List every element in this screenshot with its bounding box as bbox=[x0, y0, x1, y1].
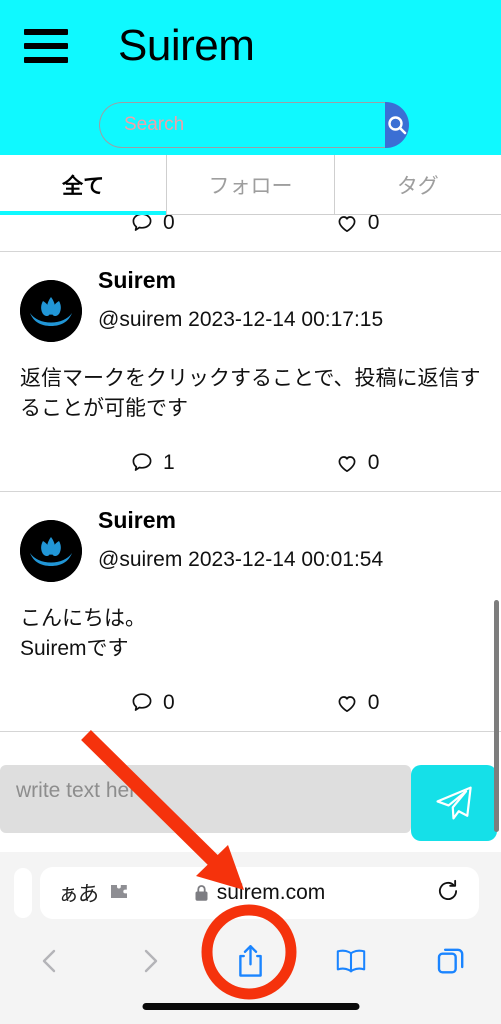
reply-count: 0 bbox=[163, 690, 175, 714]
heart-icon bbox=[338, 456, 356, 472]
display-name: Suirem bbox=[98, 506, 176, 533]
speech-bubble-icon bbox=[132, 693, 152, 711]
post-header: Suirem @suirem 2023-12-14 00:01:54 bbox=[20, 506, 481, 582]
url-text: suirem.com bbox=[216, 881, 326, 904]
hamburger-menu-icon[interactable] bbox=[24, 29, 68, 63]
post-actions: 0 0 bbox=[20, 215, 481, 235]
table-row[interactable]: Suirem @suirem 2023-12-14 00:17:15 返信マーク… bbox=[0, 252, 501, 492]
compose-text-input[interactable] bbox=[0, 765, 411, 833]
search-icon bbox=[388, 116, 407, 135]
safari-toolbar bbox=[0, 930, 501, 992]
post-actions: 1 0 bbox=[20, 451, 481, 475]
post-identity: Suirem @suirem 2023-12-14 00:17:15 bbox=[98, 266, 481, 332]
heart-icon bbox=[338, 695, 356, 712]
tab-tag-label: タグ bbox=[396, 174, 439, 198]
post-actions: 0 0 bbox=[20, 691, 481, 715]
tabs-button[interactable] bbox=[401, 945, 501, 977]
text-size-button[interactable]: ぁあ bbox=[58, 878, 99, 908]
tab-follow[interactable]: フォロー bbox=[167, 155, 335, 215]
post-body: こんにちは。 Suiremです bbox=[20, 606, 146, 661]
composer-bar bbox=[0, 765, 501, 845]
paper-plane-send-icon bbox=[436, 786, 472, 820]
tab-follow-label: フォロー bbox=[208, 174, 293, 198]
table-row[interactable]: Suirem @suirem 2023-12-14 00:01:54 こんにちは… bbox=[0, 492, 501, 732]
share-up-arrow-icon bbox=[239, 944, 262, 977]
like-count: 0 bbox=[367, 690, 380, 714]
search-bar bbox=[99, 102, 409, 148]
chevron-left-icon bbox=[42, 949, 56, 973]
reply-count: 0 bbox=[163, 215, 175, 234]
timestamp: 2023-12-14 00:01:54 bbox=[188, 547, 384, 571]
reply-button[interactable]: 1 bbox=[130, 451, 175, 475]
chevron-right-icon bbox=[145, 949, 158, 973]
reply-button[interactable]: 0 bbox=[130, 691, 175, 715]
post-identity: Suirem @suirem 2023-12-14 00:01:54 bbox=[98, 506, 481, 572]
speech-bubble-icon bbox=[132, 453, 152, 471]
timestamp: 2023-12-14 00:17:15 bbox=[188, 307, 384, 331]
lotus-flower-avatar bbox=[20, 280, 82, 342]
safari-browser-chrome: ぁあ suirem.com bbox=[0, 852, 501, 1024]
like-button[interactable]: 0 bbox=[335, 690, 380, 715]
handle-and-timestamp: @suirem 2023-12-14 00:01:54 bbox=[98, 547, 481, 572]
share-button[interactable] bbox=[200, 944, 300, 979]
post-header: Suirem @suirem 2023-12-14 00:17:15 bbox=[20, 266, 481, 342]
like-count: 0 bbox=[367, 215, 380, 234]
search-submit-button[interactable] bbox=[385, 102, 409, 148]
lotus-flower-avatar bbox=[20, 519, 82, 582]
mobile-screenshot: Suirem 全て フォロー タグ bbox=[0, 0, 501, 1024]
forward-button[interactable] bbox=[100, 945, 200, 977]
tab-all-label: 全て bbox=[62, 175, 105, 198]
like-button[interactable]: 0 bbox=[335, 215, 380, 235]
lock-icon bbox=[195, 885, 208, 901]
bookmarks-button[interactable] bbox=[301, 946, 401, 976]
post-body: 返信マークをクリックすることで、投稿に返信することが可能です bbox=[20, 367, 481, 421]
post-feed[interactable]: 0 0 Suirem @suirem 2023-12-14 00:17:15 返… bbox=[0, 215, 501, 760]
reply-count: 1 bbox=[163, 450, 175, 474]
address-bar[interactable]: ぁあ suirem.com bbox=[40, 867, 479, 919]
tab-tag[interactable]: タグ bbox=[334, 155, 501, 215]
adjacent-tab-edge[interactable] bbox=[14, 868, 32, 918]
send-button[interactable] bbox=[411, 765, 497, 841]
back-button[interactable] bbox=[0, 945, 100, 977]
page-title: Suirem bbox=[118, 21, 255, 70]
reload-button[interactable] bbox=[435, 878, 461, 909]
search-input[interactable] bbox=[99, 102, 385, 148]
speech-bubble-icon bbox=[132, 215, 152, 231]
reply-button[interactable]: 0 bbox=[130, 215, 175, 235]
open-book-icon bbox=[336, 949, 365, 973]
page-scrollbar[interactable] bbox=[494, 600, 499, 832]
url-bar-row: ぁあ suirem.com bbox=[0, 864, 501, 922]
like-button[interactable]: 0 bbox=[335, 450, 380, 475]
home-indicator bbox=[142, 1003, 359, 1010]
feed-tab-bar: 全て フォロー タグ bbox=[0, 155, 501, 215]
tab-all[interactable]: 全て bbox=[0, 155, 168, 215]
puzzle-piece-icon[interactable] bbox=[108, 881, 130, 906]
avatar[interactable] bbox=[20, 280, 82, 342]
reload-icon bbox=[438, 879, 458, 900]
handle: @suirem bbox=[98, 307, 183, 331]
app-header: Suirem bbox=[0, 0, 501, 155]
like-count: 0 bbox=[367, 450, 380, 474]
heart-icon bbox=[338, 216, 356, 233]
copy-tabs-icon bbox=[437, 948, 464, 974]
handle: @suirem bbox=[98, 547, 183, 571]
header-top-row: Suirem bbox=[0, 0, 501, 92]
handle-and-timestamp: @suirem 2023-12-14 00:17:15 bbox=[98, 307, 481, 332]
table-row[interactable]: 0 0 bbox=[0, 215, 501, 252]
puzzle-piece-glyph bbox=[111, 884, 127, 898]
avatar[interactable] bbox=[20, 519, 82, 582]
url-display: suirem.com bbox=[40, 881, 479, 905]
display-name: Suirem bbox=[98, 267, 176, 293]
